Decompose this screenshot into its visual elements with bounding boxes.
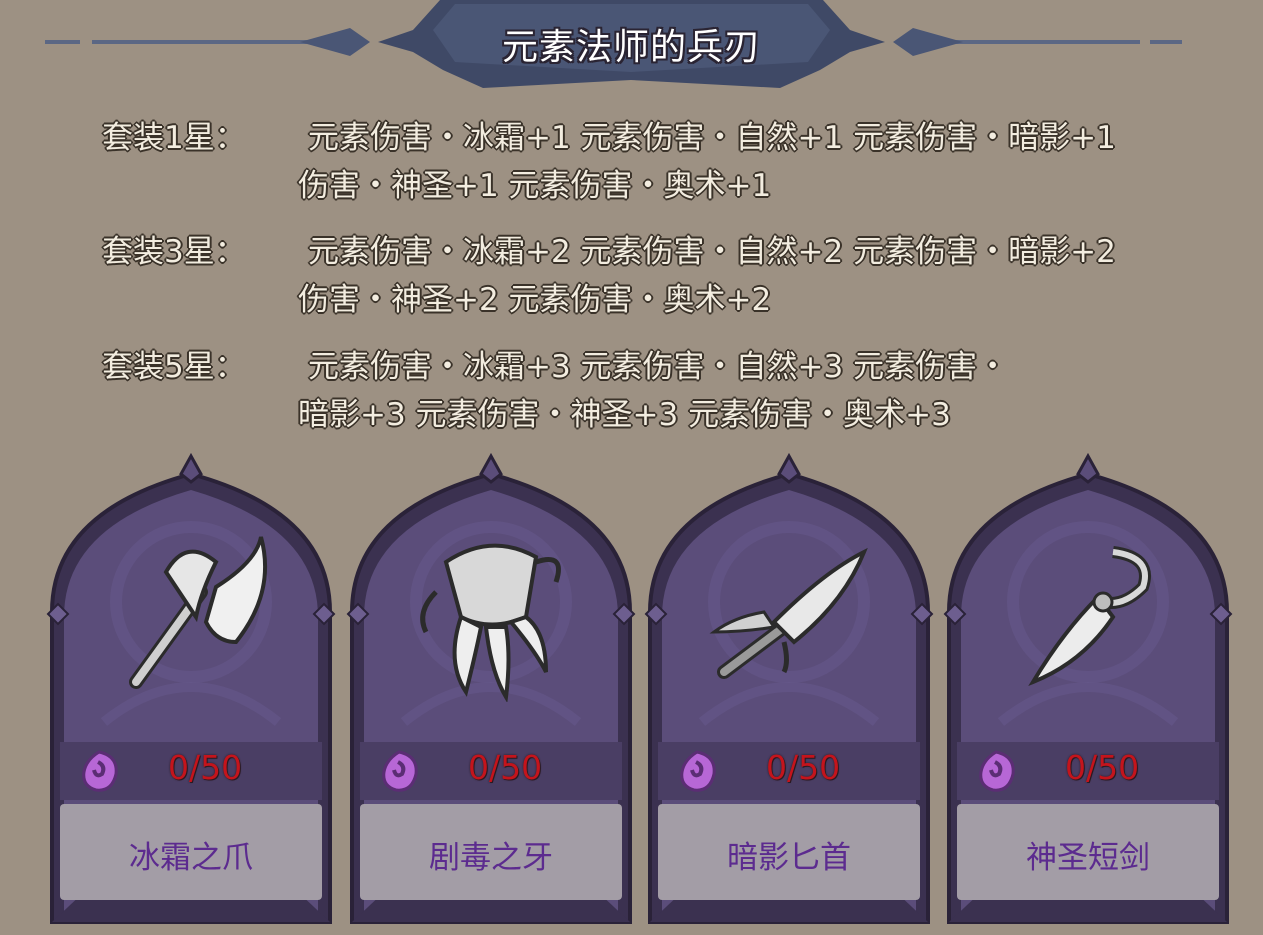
set-bonus-1: 套装1星： 元素伤害・冰霜+1 元素伤害・自然+1 元素伤害・暗影+1 伤害・神… <box>0 112 1263 222</box>
short-sword-icon <box>1028 546 1151 687</box>
count-row: 0/50 <box>60 742 322 800</box>
set-bonus-5: 套装5星： 元素伤害・冰霜+3 元素伤害・自然+3 元素伤害・ 暗影+3 元素伤… <box>0 341 1263 451</box>
header-banner: 元素法师的兵刃 <box>0 0 1263 90</box>
set-bonus-label: 套装1星： <box>102 120 246 156</box>
set-bonus-text: 元素伤害・冰霜+2 元素伤害・自然+2 元素伤害・暗影+2 <box>308 234 1116 270</box>
set-bonus-text: 伤害・神圣+1 元素伤害・奥术+1 <box>298 168 772 204</box>
dagger-icon <box>709 547 868 679</box>
item-name: 神圣短剑 <box>1026 840 1150 876</box>
page-title: 元素法师的兵刃 <box>501 27 761 68</box>
item-name: 暗影匕首 <box>727 840 851 876</box>
claw-icon <box>420 543 561 702</box>
purple-gem-icon <box>382 750 418 792</box>
count-row: 0/50 <box>360 742 622 800</box>
item-card-venom-fang[interactable]: 0/50 剧毒之牙 <box>344 452 638 928</box>
item-name: 冰霜之爪 <box>129 840 253 876</box>
item-name: 剧毒之牙 <box>429 840 553 876</box>
item-count: 0/50 <box>1065 748 1140 787</box>
set-bonus-text: 元素伤害・冰霜+1 元素伤害・自然+1 元素伤害・暗影+1 <box>308 120 1116 156</box>
count-row: 0/50 <box>957 742 1219 800</box>
item-card-shadow-dagger[interactable]: 0/50 暗影匕首 <box>642 452 936 928</box>
set-bonus-text: 暗影+3 元素伤害・神圣+3 元素伤害・奥术+3 <box>298 397 951 433</box>
item-card-holy-short-sword[interactable]: 0/50 神圣短剑 <box>941 452 1235 928</box>
set-bonus-3: 套装3星： 元素伤害・冰霜+2 元素伤害・自然+2 元素伤害・暗影+2 伤害・神… <box>0 226 1263 336</box>
purple-gem-icon <box>82 750 118 792</box>
item-count: 0/50 <box>766 748 841 787</box>
purple-gem-icon <box>680 750 716 792</box>
axe-icon <box>129 536 268 689</box>
item-card-frost-claw[interactable]: 0/50 冰霜之爪 <box>44 452 338 928</box>
set-bonus-text: 伤害・神圣+2 元素伤害・奥术+2 <box>298 282 772 318</box>
item-count: 0/50 <box>468 748 543 787</box>
name-plate: 剧毒之牙 <box>360 804 622 900</box>
name-plate: 暗影匕首 <box>658 804 920 900</box>
count-row: 0/50 <box>658 742 920 800</box>
purple-gem-icon <box>979 750 1015 792</box>
item-count: 0/50 <box>168 748 243 787</box>
set-bonus-label: 套装3星： <box>102 234 246 270</box>
set-bonus-text: 元素伤害・冰霜+3 元素伤害・自然+3 元素伤害・ <box>308 349 1009 385</box>
set-bonus-label: 套装5星： <box>102 349 246 385</box>
name-plate: 冰霜之爪 <box>60 804 322 900</box>
name-plate: 神圣短剑 <box>957 804 1219 900</box>
